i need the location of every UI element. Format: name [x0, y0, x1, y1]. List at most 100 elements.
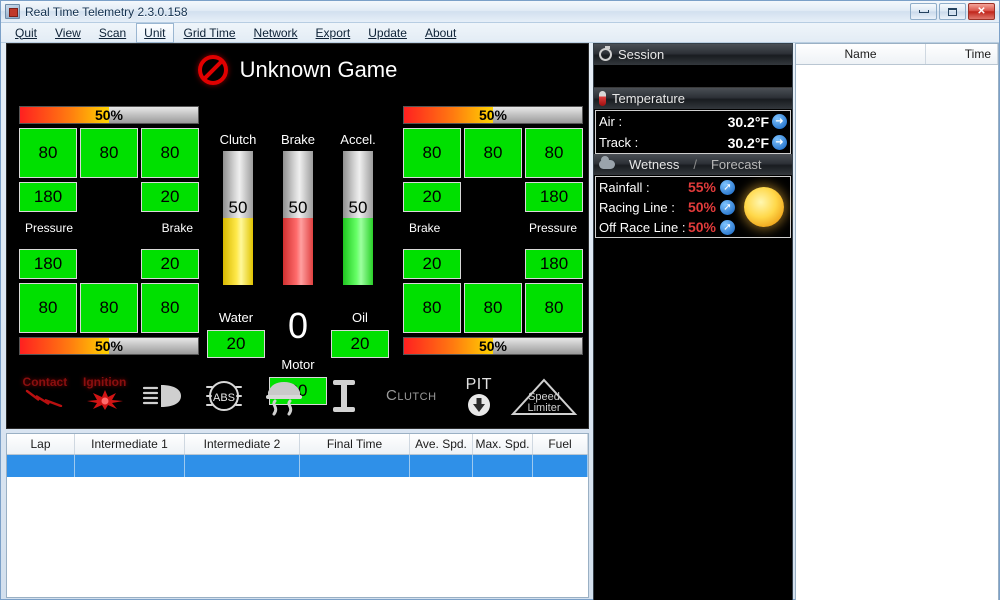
rainfall-label: Rainfall : — [599, 179, 650, 195]
right-tyre-block: 50% 80 80 80 20 180 Brake Pressure 20 18… — [403, 106, 583, 355]
rear-left-wear-label: 50% — [94, 338, 124, 354]
speed-limiter-icon: Speed Limiter — [511, 378, 578, 415]
track-trend-icon — [772, 135, 787, 150]
menu-item-quit[interactable]: Quit — [7, 23, 45, 43]
pit-arrow-icon — [467, 394, 490, 416]
column-time[interactable]: Time — [926, 44, 998, 64]
air-label: Air : — [599, 114, 623, 129]
off-race-line-label: Off Race Line : — [599, 219, 686, 235]
left-tyre-block: 50% 80 80 80 180 20 Pressure Brake 180 2… — [19, 106, 199, 355]
rear-left-brake-value: 20 — [141, 249, 199, 279]
rear-right-brake-value: 20 — [403, 249, 461, 279]
app-icon — [5, 4, 20, 19]
column-ave-speed[interactable]: Ave. Spd. — [410, 434, 473, 454]
front-right-temp-outer: 80 — [525, 128, 583, 178]
temperature-header-label: Temperature — [612, 91, 685, 106]
pit-label: PIT — [465, 376, 492, 393]
rear-right-wear-bar: 50% — [403, 337, 583, 355]
driver-list-panel[interactable]: Name Time — [795, 43, 999, 600]
menu-item-update[interactable]: Update — [360, 23, 415, 43]
rear-right-wear-label: 50% — [478, 338, 508, 354]
air-value: 30.2°F — [727, 113, 769, 130]
front-left-brake-value: 20 — [141, 182, 199, 212]
cell-lap — [7, 455, 75, 477]
wetness-row-off-race-line: Off Race Line : 50% — [596, 217, 738, 237]
window-controls: ✕ — [910, 3, 997, 20]
contact-label: Contact — [22, 375, 68, 389]
driver-list-header: Name Time — [796, 44, 998, 65]
menu-item-grid-time[interactable]: Grid Time — [176, 23, 244, 43]
racing-line-label: Racing Line : — [599, 199, 675, 215]
column-max-speed[interactable]: Max. Spd. — [473, 434, 533, 454]
accel-pedal-gauge: 50 — [343, 151, 373, 285]
gear-indicator: 0 — [287, 305, 309, 346]
sun-icon — [744, 187, 784, 227]
column-intermediate-2[interactable]: Intermediate 2 — [185, 434, 300, 454]
water-value: 20 — [207, 330, 265, 358]
rear-right-temp-middle: 80 — [464, 283, 522, 333]
cell-fuel — [533, 455, 588, 477]
menu-item-scan[interactable]: Scan — [91, 23, 134, 43]
cloud-icon — [599, 156, 615, 169]
rainfall-trend-icon — [720, 179, 735, 195]
lap-table-header: Lap Intermediate 1 Intermediate 2 Final … — [7, 434, 588, 455]
water-label: Water — [218, 310, 254, 325]
minimize-button[interactable] — [910, 3, 937, 20]
menu-item-about[interactable]: About — [417, 23, 464, 43]
rear-right-temp-inner: 80 — [403, 283, 461, 333]
contact-icon — [25, 389, 63, 407]
column-final-time[interactable]: Final Time — [300, 434, 410, 454]
column-intermediate-1[interactable]: Intermediate 1 — [75, 434, 185, 454]
menu-item-network[interactable]: Network — [246, 23, 306, 43]
cell-ave-speed — [410, 455, 473, 477]
menu-quit-label: Quit — [15, 25, 38, 40]
menu-update-label: Update — [368, 25, 407, 40]
column-name[interactable]: Name — [796, 44, 926, 64]
menu-item-export[interactable]: Export — [308, 23, 359, 43]
pit-indicator: PIT — [449, 373, 509, 419]
menu-about-label: About — [424, 25, 457, 40]
traction-control-icon — [266, 382, 303, 416]
table-row[interactable] — [7, 455, 588, 477]
rear-left-pressure-value: 180 — [19, 249, 77, 279]
column-fuel[interactable]: Fuel — [533, 434, 588, 454]
water-group: Water 20 — [207, 309, 265, 358]
menu-view-label: View — [55, 25, 81, 40]
contact-indicator: Contact — [15, 373, 75, 419]
off-race-line-value: 50% — [687, 219, 716, 235]
brake-pedal-value: 50 — [288, 198, 308, 217]
air-trend-icon — [772, 114, 787, 129]
brake-pedal-label: Brake — [281, 132, 315, 147]
front-right-wear-label: 50% — [478, 107, 508, 123]
stopwatch-icon — [599, 46, 612, 61]
front-left-temp-row: 80 80 80 — [19, 128, 199, 178]
front-left-temp-inner: 80 — [141, 128, 199, 178]
maximize-button[interactable] — [939, 3, 966, 20]
close-button[interactable]: ✕ — [968, 3, 995, 20]
front-right-values-row: 20 180 — [403, 182, 583, 212]
wetness-box: Rainfall : 55% Racing Line : 50% Off Rac… — [595, 176, 791, 238]
session-header: Session — [594, 44, 792, 66]
racing-line-trend-icon — [720, 199, 735, 215]
front-left-wear-bar: 50% — [19, 106, 199, 124]
column-lap[interactable]: Lap — [7, 434, 75, 454]
application-window: Real Time Telemetry 2.3.0.158 ✕ Quit Vie… — [0, 0, 1000, 600]
temperature-box: Air : 30.2°F Track : 30.2°F — [595, 110, 791, 154]
rear-left-temp-inner: 80 — [141, 283, 199, 333]
front-left-temp-middle: 80 — [80, 128, 138, 178]
headlight-indicator — [135, 373, 195, 419]
off-race-line-trend-icon — [720, 219, 735, 235]
menu-unit-label: Unit — [144, 25, 166, 40]
no-entry-icon — [197, 55, 228, 85]
speed-limiter-indicator: Speed Limiter — [509, 373, 580, 419]
rear-left-temp-middle: 80 — [80, 283, 138, 333]
front-right-pressure-label: Pressure — [528, 221, 577, 235]
forecast-header-label: Forecast — [710, 157, 762, 172]
front-right-wear-bar: 50% — [403, 106, 583, 124]
lap-table[interactable]: Lap Intermediate 1 Intermediate 2 Final … — [6, 433, 589, 598]
menu-grid-time-label: Grid Time — [183, 25, 236, 40]
fluids-row: Water 20 0 Oil 20 — [207, 305, 389, 358]
clutch-label: Clutch — [386, 387, 437, 404]
menu-item-unit[interactable]: Unit — [136, 22, 174, 43]
menu-item-view[interactable]: View — [47, 23, 89, 43]
